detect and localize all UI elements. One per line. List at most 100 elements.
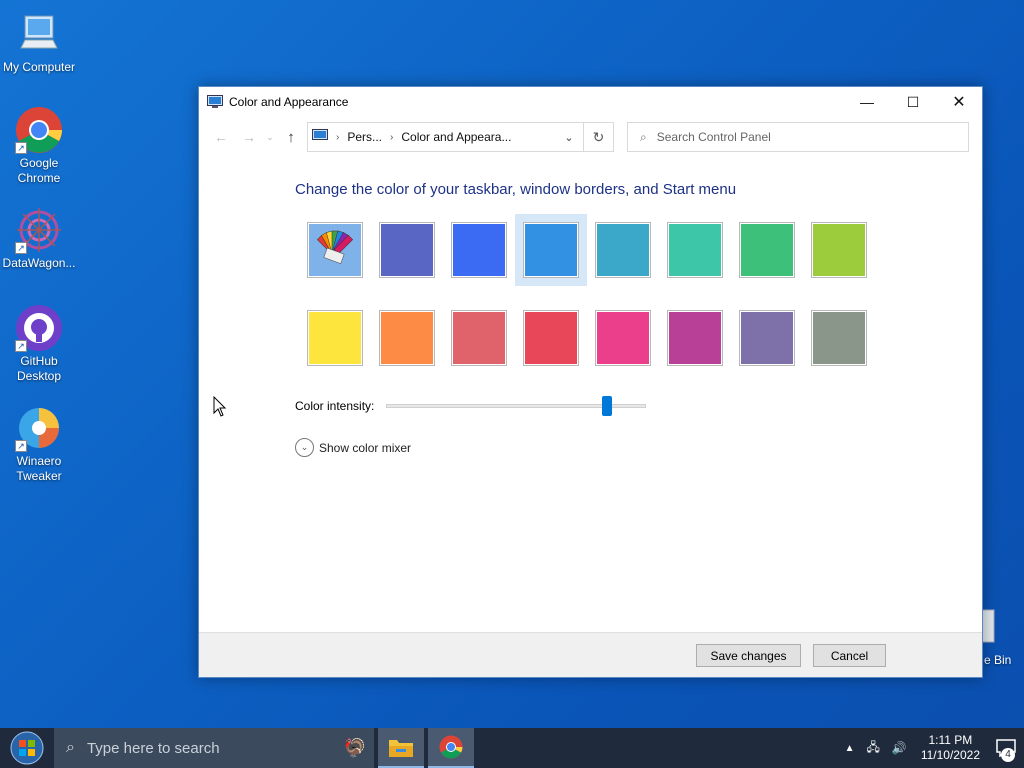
notification-count-badge: 4 (1001, 748, 1015, 762)
desktop-icon-datawagon[interactable]: ↗ DataWagon... (0, 206, 78, 271)
windows-logo-icon (10, 731, 44, 765)
color-swatch-teal-blue[interactable] (587, 214, 659, 286)
breadcrumb-color-appearance[interactable]: Color and Appeara... (401, 130, 511, 144)
color-intensity-label: Color intensity: (295, 399, 375, 413)
desktop-icon-my-computer[interactable]: My Computer (0, 10, 78, 75)
color-swatch-magenta[interactable] (659, 302, 731, 374)
color-settings-content: Change the color of your taskbar, window… (295, 181, 895, 457)
color-swatch-fill (811, 222, 867, 278)
refresh-icon: ↻ (592, 128, 605, 145)
color-swatch-salmon[interactable] (443, 302, 515, 374)
up-arrow-icon[interactable]: ↑ (277, 129, 305, 146)
color-intensity-row: Color intensity: (295, 396, 895, 416)
start-button[interactable] (0, 728, 54, 768)
chevron-down-icon: ⌄ (295, 438, 314, 457)
clock-time: 1:11 PM (928, 733, 973, 747)
volume-icon[interactable]: 🔊 (892, 741, 907, 755)
color-swatch-automatic[interactable] (299, 214, 371, 286)
chevron-down-icon[interactable]: ⌄ (555, 131, 583, 144)
color-swatch-grid (307, 214, 895, 374)
action-center-button[interactable]: 4 (988, 728, 1024, 768)
folder-icon (389, 740, 413, 757)
color-swatch-fill (595, 222, 651, 278)
chevron-up-icon[interactable]: ▲ (845, 743, 855, 754)
color-swatch-fill (451, 222, 507, 278)
title-bar[interactable]: Color and Appearance — ☐ ✕ (199, 87, 982, 117)
window-footer: Save changes Cancel (199, 632, 982, 677)
search-input[interactable]: ⌕ Search Control Panel (627, 122, 969, 152)
color-swatch-blue[interactable] (443, 214, 515, 286)
recycle-bin-icon[interactable]: e Bin (978, 606, 1022, 667)
color-appearance-window: Color and Appearance — ☐ ✕ ← → ⌄ ↑ › Per… (198, 86, 983, 678)
color-swatch-fill (379, 222, 435, 278)
breadcrumb-separator-icon: › (336, 131, 340, 143)
save-changes-button[interactable]: Save changes (696, 644, 801, 667)
address-bar[interactable]: › Pers... › Color and Appeara... ⌄ (307, 122, 584, 152)
maximize-button[interactable]: ☐ (890, 87, 936, 117)
cancel-button[interactable]: Cancel (813, 644, 886, 667)
navigation-bar: ← → ⌄ ↑ › Pers... › Color and Appeara...… (199, 117, 982, 157)
breadcrumb-separator-icon: › (390, 131, 394, 143)
color-swatch-fill (739, 222, 795, 278)
show-color-mixer-label: Show color mixer (319, 440, 412, 455)
color-swatch-red[interactable] (515, 302, 587, 374)
color-swatch-fill (307, 310, 363, 366)
color-swatch-gray[interactable] (803, 302, 875, 374)
refresh-button[interactable]: ↻ (584, 122, 614, 152)
color-swatch-pink[interactable] (587, 302, 659, 374)
color-swatch-fill (739, 310, 795, 366)
recent-dropdown-icon[interactable]: ⌄ (263, 132, 277, 143)
color-swatch-yellow[interactable] (299, 302, 371, 374)
desktop-icon-label: GitHub Desktop (16, 354, 62, 383)
color-palette-icon (316, 230, 354, 264)
color-swatch-fill (379, 310, 435, 366)
clock[interactable]: 1:11 PM 11/10/2022 (921, 733, 980, 763)
breadcrumb-personalization[interactable]: Pers... (347, 130, 382, 144)
color-swatch-fill (811, 310, 867, 366)
forward-arrow-icon[interactable]: → (235, 129, 263, 145)
color-swatch-slate-blue[interactable] (371, 214, 443, 286)
color-swatch-fill (523, 310, 579, 366)
recycle-bin-label: e Bin (984, 653, 1012, 667)
window-title: Color and Appearance (229, 95, 349, 109)
desktop-icon-label: My Computer (2, 60, 76, 74)
github-icon: ↗ (15, 304, 63, 352)
desktop-icon-chrome[interactable]: ↗ Google Chrome (0, 106, 78, 186)
thanksgiving-doodle-icon: 🦃 (343, 737, 366, 758)
taskbar-file-explorer[interactable] (378, 728, 424, 768)
network-icon[interactable]: 🖧 (866, 738, 879, 759)
color-intensity-slider[interactable] (386, 396, 647, 416)
color-swatch-fill (595, 310, 651, 366)
page-heading: Change the color of your taskbar, window… (295, 181, 737, 198)
color-swatch-fill (451, 310, 507, 366)
color-swatch-fill (523, 222, 579, 278)
color-swatch-fill (667, 222, 723, 278)
desktop-icon-label: Winaero Tweaker (16, 454, 62, 483)
search-icon: ⌕ (640, 129, 647, 144)
taskbar-chrome[interactable] (428, 728, 474, 768)
desktop-icon-winaero[interactable]: ↗ Winaero Tweaker (0, 404, 78, 484)
taskbar: ⌕ Type here to search 🦃 ▲ 🖧 🔊 1:11 PM 11… (0, 728, 1024, 768)
color-swatch-orange[interactable] (371, 302, 443, 374)
close-button[interactable]: ✕ (936, 87, 982, 117)
color-swatch-green[interactable] (731, 214, 803, 286)
control-panel-icon (312, 128, 328, 146)
desktop-icon-label: DataWagon... (2, 256, 76, 270)
show-color-mixer-toggle[interactable]: ⌄ Show color mixer (295, 438, 895, 457)
desktop-icon-github[interactable]: ↗ GitHub Desktop (0, 304, 78, 384)
color-swatch-lime[interactable] (803, 214, 875, 286)
color-swatch-fill (307, 222, 363, 278)
chrome-icon: ↗ (15, 106, 63, 154)
clock-date: 11/10/2022 (920, 748, 980, 762)
minimize-button[interactable]: — (844, 87, 890, 117)
slider-thumb[interactable] (602, 396, 613, 416)
computer-icon (15, 10, 63, 58)
color-swatch-fill (667, 310, 723, 366)
color-swatch-lavender[interactable] (731, 302, 803, 374)
taskbar-search-box[interactable]: ⌕ Type here to search 🦃 (54, 728, 374, 768)
search-placeholder: Search Control Panel (656, 130, 771, 144)
color-swatch-turquoise[interactable] (659, 214, 731, 286)
chrome-icon (439, 735, 463, 759)
back-arrow-icon[interactable]: ← (207, 129, 235, 145)
color-swatch-sky[interactable] (515, 214, 587, 286)
